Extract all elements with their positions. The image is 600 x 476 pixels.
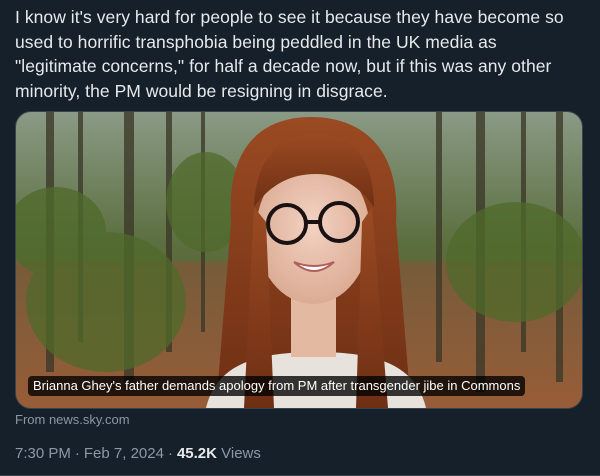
article-photo	[16, 112, 582, 408]
tweet-date[interactable]: Feb 7, 2024	[84, 445, 164, 462]
tweet-meta: 7:30 PM · Feb 7, 2024 · 45.2K Views	[15, 445, 261, 462]
tweet-text: I know it's very hard for people to see …	[15, 7, 569, 101]
meta-separator: ·	[167, 445, 173, 462]
meta-separator: ·	[74, 445, 80, 462]
article-headline[interactable]: Brianna Ghey's father demands apology fr…	[28, 376, 526, 396]
views-count: 45.2K	[176, 445, 217, 462]
views-label: Views	[221, 445, 261, 462]
card-source-link[interactable]: From news.sky.com	[15, 412, 130, 427]
link-card[interactable]: Brianna Ghey's father demands apology fr…	[15, 111, 583, 409]
tweet-time[interactable]: 7:30 PM	[15, 445, 71, 462]
